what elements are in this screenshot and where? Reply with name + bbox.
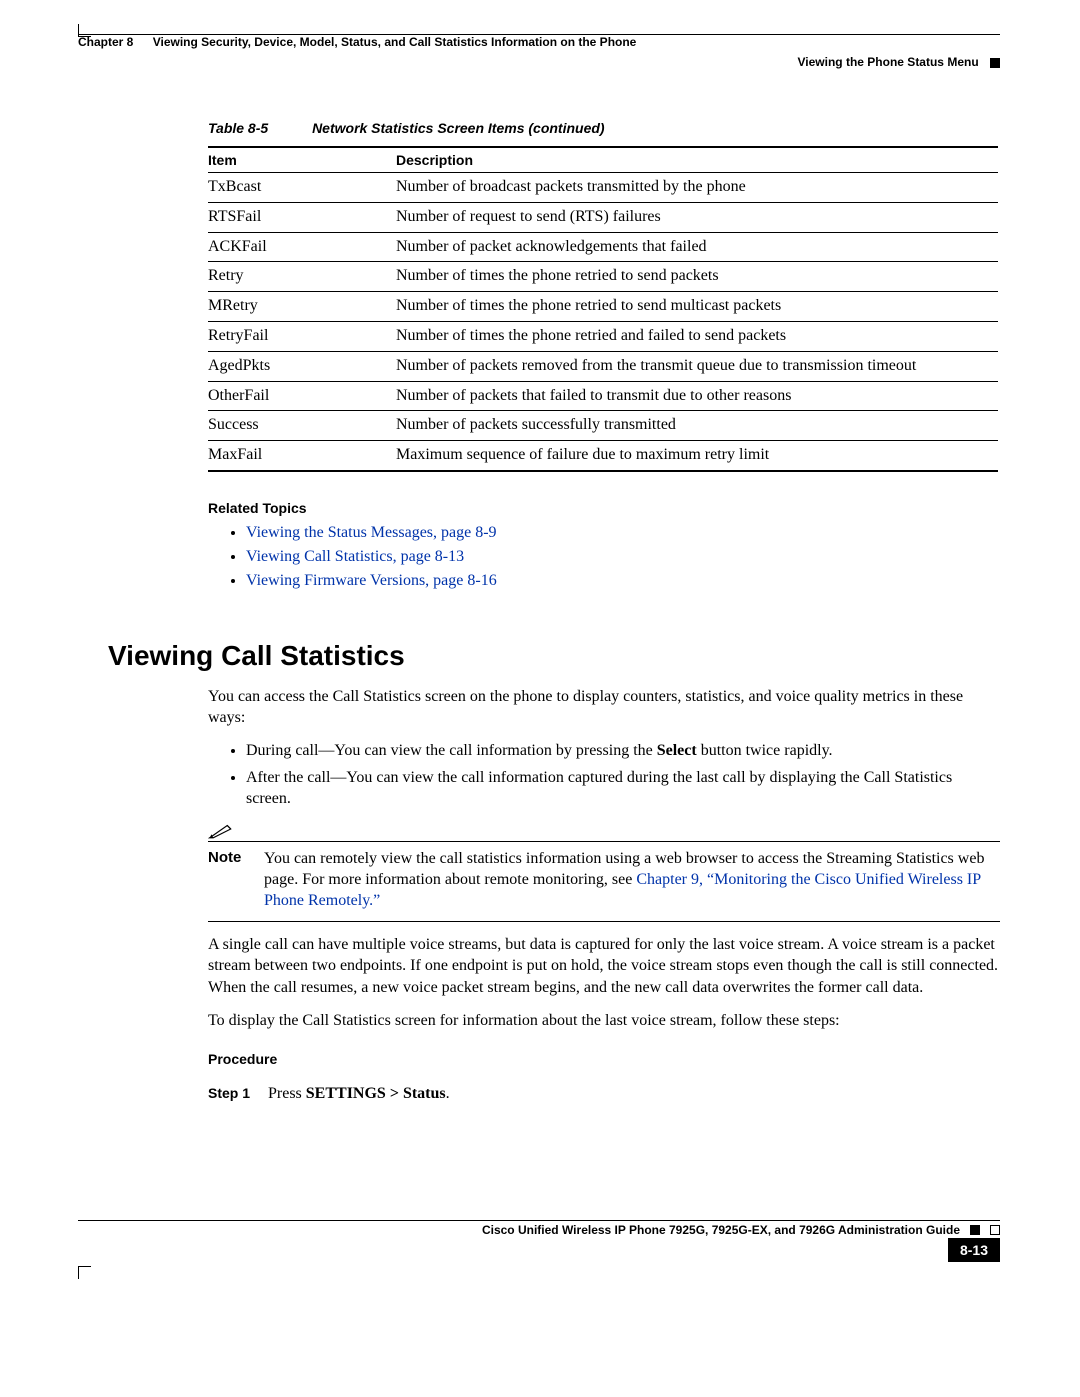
table-row: ACKFailNumber of packet acknowledgements… [208,232,998,262]
bullet-text-post: button twice rapidly. [697,742,833,759]
chapter-title: Viewing Security, Device, Model, Status,… [153,35,637,49]
table-number: Table 8-5 [208,120,268,136]
table-cell-item: AgedPkts [208,351,396,381]
table-row: TxBcastNumber of broadcast packets trans… [208,173,998,203]
table-cell-desc: Number of times the phone retried to sen… [396,262,998,292]
intro-paragraph: You can access the Call Statistics scree… [208,686,1000,728]
footer-marker-open-icon [990,1225,1000,1235]
chapter-label: Chapter 8 [78,35,133,49]
section-heading: Viewing Call Statistics [108,640,1000,672]
table-cell-desc: Number of request to send (RTS) failures [396,202,998,232]
table-cell-item: TxBcast [208,173,396,203]
bullet-text-bold: Select [657,742,697,759]
pencil-icon [208,822,236,840]
table-cell-desc: Number of packets successfully transmitt… [396,411,998,441]
table-cell-item: MRetry [208,292,396,322]
table-cell-item: RetryFail [208,321,396,351]
table-row: RTSFailNumber of request to send (RTS) f… [208,202,998,232]
body-paragraph: To display the Call Statistics screen fo… [208,1010,1000,1031]
table-row: MaxFailMaximum sequence of failure due t… [208,441,998,471]
table-row: OtherFailNumber of packets that failed t… [208,381,998,411]
related-link[interactable]: Viewing Firmware Versions, page 8-16 [246,572,497,589]
table-cell-desc: Number of broadcast packets transmitted … [396,173,998,203]
table-header-description: Description [396,147,998,173]
table-title: Network Statistics Screen Items (continu… [312,120,605,136]
list-item: Viewing the Status Messages, page 8-9 [246,524,1000,542]
list-item: After the call—You can view the call inf… [246,767,1000,809]
body-paragraph: A single call can have multiple voice st… [208,934,1000,997]
table-cell-item: OtherFail [208,381,396,411]
table-row: RetryNumber of times the phone retried t… [208,262,998,292]
page-number-badge: 8-13 [948,1238,1000,1262]
table-cell-item: MaxFail [208,441,396,471]
table-row: AgedPktsNumber of packets removed from t… [208,351,998,381]
table-cell-item: RTSFail [208,202,396,232]
step-text-bold: SETTINGS > Status [306,1085,446,1102]
table-cell-desc: Number of times the phone retried to sen… [396,292,998,322]
crop-mark-bottom-left [78,1266,91,1279]
step-text-pre: Press [268,1085,306,1102]
table-cell-item: ACKFail [208,232,396,262]
step-label: Step 1 [208,1085,268,1103]
footer-marker-icon [970,1225,980,1235]
procedure-heading: Procedure [208,1051,1000,1067]
table-header-item: Item [208,147,396,173]
header-marker-icon [990,58,1000,68]
table-cell-desc: Number of packets that failed to transmi… [396,381,998,411]
list-item: During call—You can view the call inform… [246,740,1000,761]
related-topics-heading: Related Topics [208,500,1000,516]
table-row: MRetryNumber of times the phone retried … [208,292,998,322]
step-text-post: . [446,1085,450,1102]
table-cell-item: Success [208,411,396,441]
table-row: RetryFailNumber of times the phone retri… [208,321,998,351]
related-link[interactable]: Viewing the Status Messages, page 8-9 [246,524,497,541]
network-statistics-table: Item Description TxBcastNumber of broadc… [208,146,998,472]
note-label: Note [208,848,264,911]
table-cell-desc: Maximum sequence of failure due to maxim… [396,441,998,471]
list-item: Viewing Call Statistics, page 8-13 [246,548,1000,566]
table-cell-item: Retry [208,262,396,292]
header-section-right: Viewing the Phone Status Menu [798,55,979,69]
bullet-text-pre: During call—You can view the call inform… [246,742,657,759]
list-item: Viewing Firmware Versions, page 8-16 [246,572,1000,590]
table-row: SuccessNumber of packets successfully tr… [208,411,998,441]
related-link[interactable]: Viewing Call Statistics, page 8-13 [246,548,464,565]
table-cell-desc: Number of packet acknowledgements that f… [396,232,998,262]
footer-guide-title: Cisco Unified Wireless IP Phone 7925G, 7… [482,1223,960,1237]
table-cell-desc: Number of times the phone retried and fa… [396,321,998,351]
table-cell-desc: Number of packets removed from the trans… [396,351,998,381]
